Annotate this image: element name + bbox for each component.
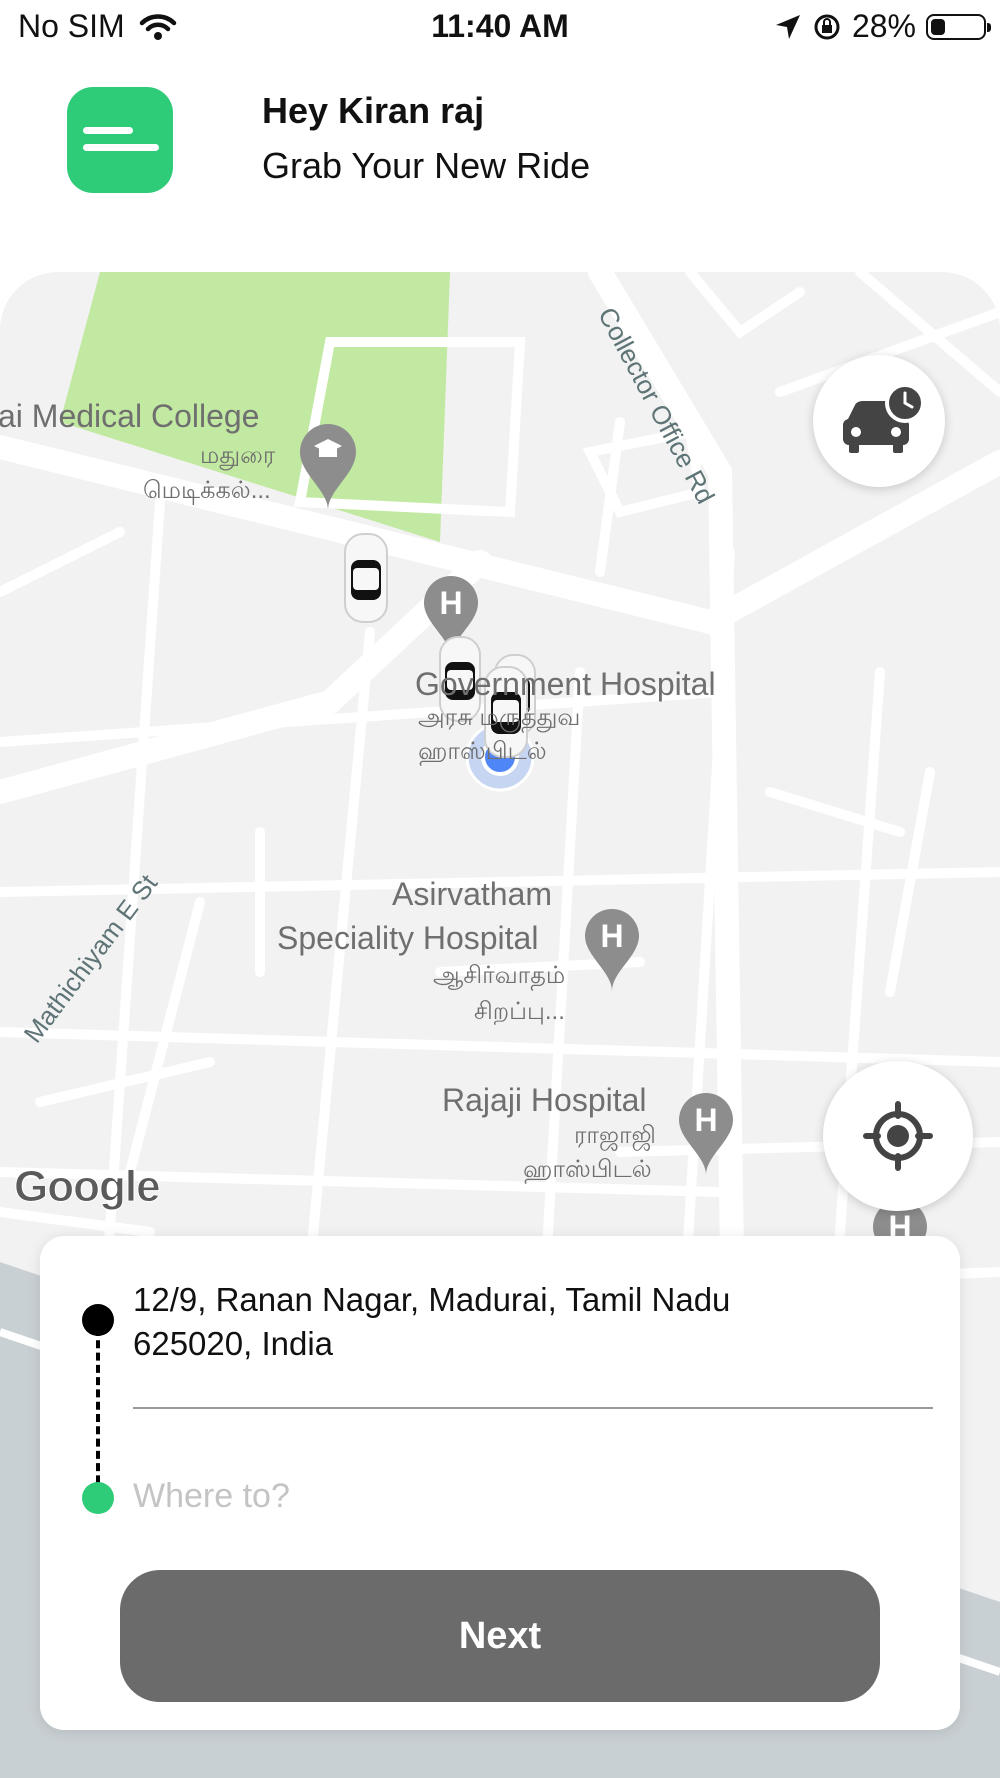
menu-icon — [83, 127, 133, 134]
poi-label-rajaji-tamil: ராஜாஜி — [574, 1122, 656, 1149]
trip-card: 12/9, Ranan Nagar, Madurai, Tamil Nadu 6… — [40, 1236, 960, 1730]
poi-label-asirvatham-tamil-2: சிறப்பு... — [474, 998, 565, 1025]
poi-label-government-hospital-tamil: அரசு மருத்துவ — [418, 704, 581, 731]
next-button[interactable]: Next — [120, 1570, 880, 1702]
google-logo: Google — [14, 1162, 162, 1212]
destination-marker-icon — [82, 1482, 114, 1514]
battery-icon — [926, 13, 991, 40]
svg-text:H: H — [600, 918, 623, 954]
poi-label-asirvatham-tamil: ஆசிர்வாதம் — [433, 962, 566, 989]
status-bar: No SIM 11:40 AM 28% — [0, 0, 1000, 56]
greeting-title: Hey Kiran raj — [262, 90, 485, 131]
my-location-button[interactable] — [823, 1061, 973, 1211]
schedule-ride-button[interactable] — [813, 355, 945, 487]
poi-label-medical-college-tamil-2: மெடிக்கல்... — [143, 477, 271, 504]
poi-label-asirvatham-2: Speciality Hospital — [277, 920, 539, 956]
divider — [133, 1407, 933, 1409]
poi-label-medical-college: ai Medical College — [0, 398, 260, 434]
poi-label-rajaji-tamil-2: ஹாஸ்பிடல் — [523, 1156, 652, 1183]
crosshair-icon — [863, 1101, 933, 1171]
poi-label-government-hospital-tamil-2: ஹாஸ்பிடல் — [418, 738, 547, 765]
svg-text:H: H — [694, 1102, 717, 1138]
location-arrow-icon — [775, 14, 800, 39]
status-right: 28% — [774, 8, 991, 45]
route-connector — [96, 1328, 100, 1508]
poi-label-asirvatham: Asirvatham — [392, 876, 553, 912]
car-clock-icon — [843, 383, 925, 453]
poi-label-medical-college-tamil: மதுரை — [200, 442, 276, 469]
car-marker-1 — [344, 533, 388, 623]
battery-percent: 28% — [851, 8, 916, 44]
greeting-subtitle: Grab Your New Ride — [262, 145, 591, 186]
svg-text:H: H — [439, 585, 462, 621]
poi-label-rajaji-hospital: Rajaji Hospital — [442, 1082, 647, 1118]
destination-input[interactable] — [133, 1471, 913, 1521]
pickup-address[interactable]: 12/9, Ranan Nagar, Madurai, Tamil Nadu 6… — [133, 1278, 853, 1366]
menu-button[interactable] — [67, 87, 173, 193]
poi-label-government-hospital: Government Hospital — [415, 666, 716, 702]
orientation-lock-icon — [814, 14, 840, 39]
